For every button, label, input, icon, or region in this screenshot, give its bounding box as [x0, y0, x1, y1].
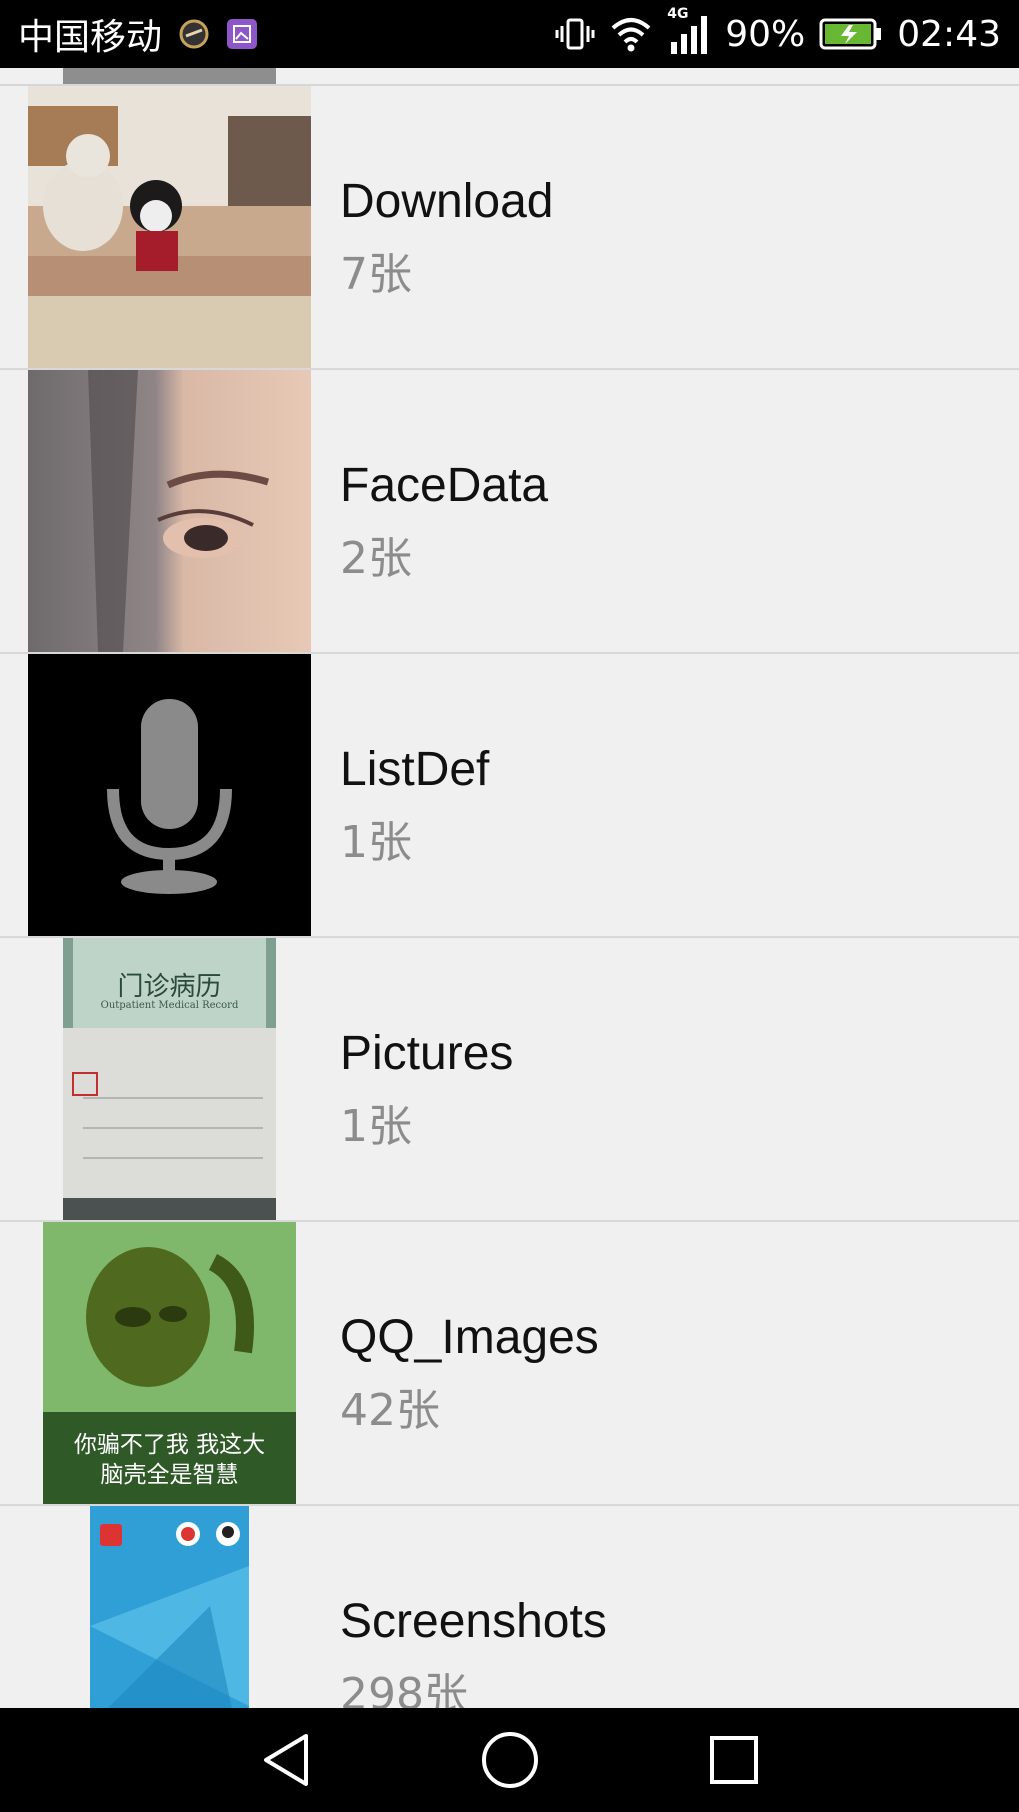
record-subtitle-text: Outpatient Medical Record: [100, 1000, 239, 1011]
album-list: Download 7张 FaceData 2张 ListDef 1张 门诊病历 …: [0, 68, 1019, 1708]
network-type-label: 4G: [667, 6, 689, 22]
home-icon[interactable]: [478, 1728, 542, 1792]
wifi-icon: [609, 14, 653, 54]
back-icon[interactable]: [254, 1728, 318, 1792]
album-count: 1张: [340, 817, 412, 868]
album-row-download[interactable]: Download 7张: [0, 86, 1019, 370]
notification-app-icon: [178, 18, 210, 50]
clock: 02:43: [897, 13, 1001, 55]
album-row-listdef[interactable]: ListDef 1张: [0, 654, 1019, 938]
microphone-thumbnail: [28, 654, 311, 936]
album-count: 298张: [340, 1669, 468, 1708]
gallery-notification-icon: [226, 18, 258, 50]
album-row-facedata[interactable]: FaceData 2张: [0, 370, 1019, 654]
navigation-bar: [0, 1708, 1019, 1812]
battery-percent: 90%: [725, 13, 806, 55]
carrier-label: 中国移动: [18, 17, 163, 58]
cats-photo-thumbnail: [28, 86, 311, 368]
status-bar: 中国移动 4G 90% 02:43: [0, 0, 1019, 68]
recents-icon[interactable]: [702, 1728, 766, 1792]
album-title: ListDef: [340, 743, 490, 796]
album-title: Pictures: [340, 1027, 514, 1080]
album-count: 2张: [340, 533, 412, 584]
album-count: 1张: [340, 1101, 412, 1152]
album-row-screenshots[interactable]: Screenshots 298张: [0, 1506, 1019, 1708]
album-count: 7张: [340, 249, 412, 300]
meme-caption-line2: 脑壳全是智慧: [100, 1462, 239, 1488]
album-title: Screenshots: [340, 1595, 607, 1648]
signal-icon: 4G: [667, 6, 711, 56]
album-row-qq-images[interactable]: 你骗不了我 我这大 脑壳全是智慧 QQ_Images 42张: [0, 1222, 1019, 1506]
previous-thumbnail: [63, 68, 276, 84]
meme-thumbnail: 你骗不了我 我这大 脑壳全是智慧: [43, 1222, 296, 1504]
record-title-text: 门诊病历: [117, 972, 222, 1002]
screenshot-thumbnail: [90, 1506, 249, 1708]
album-title: Download: [340, 175, 554, 228]
previous-row-peek: [0, 68, 1019, 86]
album-count: 42张: [340, 1385, 440, 1436]
battery-charging-icon: [819, 17, 883, 51]
meme-caption-line1: 你骗不了我 我这大: [73, 1432, 266, 1458]
face-photo-thumbnail: [28, 370, 311, 652]
vibrate-icon: [555, 14, 595, 54]
album-title: FaceData: [340, 459, 549, 512]
meme-caption: 你骗不了我 我这大 脑壳全是智慧: [43, 1430, 296, 1490]
album-title: QQ_Images: [340, 1311, 599, 1364]
album-row-pictures[interactable]: 门诊病历 Outpatient Medical Record Pictures …: [0, 938, 1019, 1222]
medical-record-thumbnail: 门诊病历 Outpatient Medical Record: [63, 938, 276, 1220]
